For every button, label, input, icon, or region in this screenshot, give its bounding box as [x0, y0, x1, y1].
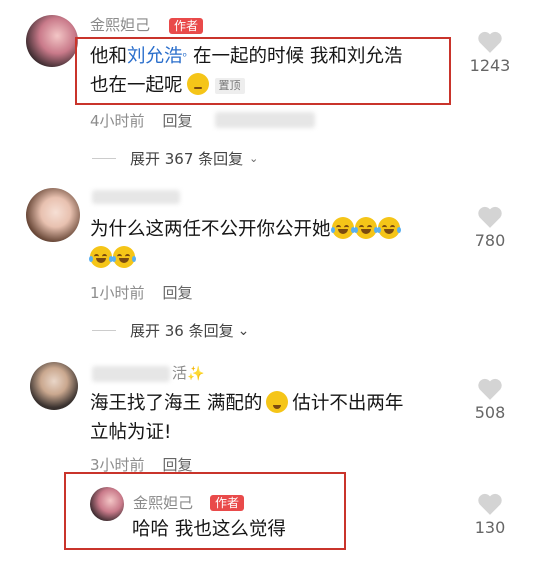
author-badge: 作者 — [210, 495, 245, 511]
comment-text: 海王找了海王 满配的 估计不出两年 立帖为证! — [90, 389, 450, 447]
reply-button[interactable]: 回复 — [163, 284, 193, 302]
avatar[interactable] — [26, 15, 78, 67]
author-badge: 作者 — [169, 18, 204, 34]
expand-replies-button[interactable]: 展开 367 条回复 ⌄ — [92, 148, 258, 169]
comment-text-line1: 为什么这两任不公开你公开她 — [90, 219, 331, 240]
laughing-face-icon — [330, 217, 355, 239]
expand-replies-button[interactable]: 展开 36 条回复 ⌄ — [92, 320, 249, 341]
laughing-face-icon — [353, 217, 378, 239]
heart-icon — [478, 378, 502, 400]
chevron-down-icon: ⌄ — [237, 322, 250, 339]
blurred-text — [215, 112, 315, 128]
comment-text-line2: 立帖为证! — [90, 422, 172, 443]
username-suffix: 活✨ — [172, 362, 204, 383]
avatar[interactable] — [30, 362, 78, 410]
like-count: 508 — [474, 403, 506, 422]
like-button[interactable]: 1243 — [455, 30, 525, 75]
divider — [92, 330, 116, 331]
laughing-face-icon — [376, 217, 401, 239]
comment-text: 他和刘允浩ᵒ 在一起的时候 我和刘允浩 也在一起呢 置顶 — [90, 42, 450, 100]
laughing-face-icon — [112, 246, 136, 268]
divider — [92, 158, 116, 159]
pinned-badge: 置顶 — [214, 78, 245, 94]
comment-time: 4小时前 — [90, 112, 145, 130]
like-button[interactable]: 130 — [455, 492, 525, 537]
comment-text: 为什么这两任不公开你公开她 — [89, 215, 450, 273]
expand-replies-label: 展开 367 条回复 — [130, 150, 244, 168]
thinking-face-icon — [186, 73, 209, 95]
mention-link[interactable]: 刘允浩 — [127, 46, 183, 67]
like-button[interactable]: 780 — [455, 205, 525, 250]
username-suffix-text: 活 — [172, 364, 188, 382]
sparkle-icon: ✨ — [187, 366, 205, 382]
comment-text-prefix: 他和 — [90, 46, 128, 67]
comment-text-line1b: 估计不出两年 — [292, 393, 404, 414]
heart-eyes-face-icon — [266, 391, 289, 413]
like-button[interactable]: 508 — [455, 377, 525, 422]
like-count: 1243 — [469, 56, 511, 75]
search-icon: ᵒ — [182, 50, 188, 63]
heart-icon — [478, 206, 502, 228]
comment-text-line2: 也在一起呢 — [90, 75, 183, 96]
expand-replies-label: 展开 36 条回复 — [130, 322, 234, 340]
comment-meta: 4小时前 回复 — [90, 110, 211, 131]
chevron-down-icon: ⌄ — [249, 152, 259, 165]
comment-author-name[interactable]: 金熙妲己 — [133, 492, 193, 513]
laughing-face-icon — [89, 246, 113, 268]
heart-icon — [478, 493, 502, 515]
reply-button[interactable]: 回复 — [163, 112, 193, 130]
like-count: 130 — [474, 518, 506, 537]
reply-text: 哈哈 我也这么觉得 — [132, 519, 286, 540]
like-count: 780 — [474, 231, 506, 250]
blurred-username — [92, 190, 180, 204]
heart-icon — [478, 31, 502, 53]
comment-text-rest: 在一起的时候 我和刘允浩 — [192, 46, 403, 67]
avatar[interactable] — [90, 487, 124, 521]
avatar[interactable] — [26, 188, 80, 242]
blurred-username — [92, 366, 170, 382]
comment-text-line1: 海王找了海王 满配的 — [90, 393, 263, 414]
comment-meta: 1小时前 回复 — [90, 282, 211, 303]
comment-author-name[interactable]: 金熙妲己 — [90, 14, 150, 35]
comment-time: 1小时前 — [90, 284, 145, 302]
